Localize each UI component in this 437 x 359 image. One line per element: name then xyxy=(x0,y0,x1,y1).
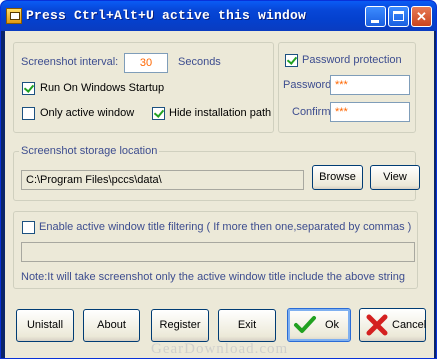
maximize-button[interactable] xyxy=(388,6,409,27)
cancel-x-icon xyxy=(366,314,388,336)
window-title: Press Ctrl+Alt+U active this window xyxy=(26,8,307,23)
hide-install-path-label: Hide installation path xyxy=(169,107,272,119)
cancel-button[interactable]: Cancel xyxy=(359,308,426,342)
ok-button-label: Ok xyxy=(324,319,340,331)
minimize-button[interactable] xyxy=(365,6,386,27)
view-button[interactable]: View xyxy=(370,165,420,190)
view-button-label: View xyxy=(383,171,407,183)
password-protection-checkbox[interactable] xyxy=(285,54,298,67)
password-input[interactable]: *** xyxy=(330,75,410,95)
dialog-body: Screenshot interval: 30 Seconds Run On W… xyxy=(5,31,434,358)
browse-button[interactable]: Browse xyxy=(312,165,363,190)
about-button[interactable]: About xyxy=(83,309,140,342)
run-on-startup-label: Run On Windows Startup xyxy=(40,82,165,94)
interval-input[interactable]: 30 xyxy=(124,53,168,73)
confirm-input[interactable]: *** xyxy=(330,102,410,122)
title-filter-label: Enable active window title filtering ( I… xyxy=(39,221,412,233)
filter-note: Note:It will take screenshot only the ac… xyxy=(21,271,405,283)
storage-group-label: Screenshot storage location xyxy=(19,145,160,157)
cancel-button-label: Cancel xyxy=(392,319,427,331)
checkmark-icon xyxy=(294,316,316,333)
browse-button-label: Browse xyxy=(319,171,356,183)
password-protection-label: Password protection xyxy=(302,54,402,66)
storage-path-input[interactable]: C:\Program Files\pccs\data\ xyxy=(21,170,304,190)
ok-button[interactable]: Ok xyxy=(287,308,351,342)
app-icon xyxy=(6,8,22,24)
watermark: GearDownload.com xyxy=(151,341,289,357)
run-on-startup-checkbox[interactable] xyxy=(22,82,35,95)
only-active-window-label: Only active window xyxy=(40,107,135,119)
title-bar[interactable]: Press Ctrl+Alt+U active this window ✕ xyxy=(1,1,436,31)
register-button[interactable]: Register xyxy=(151,309,209,342)
uninstall-button[interactable]: Unistall xyxy=(16,309,74,342)
hide-install-path-checkbox[interactable] xyxy=(152,107,165,120)
password-label: Password xyxy=(283,79,332,91)
only-active-window-checkbox[interactable] xyxy=(22,107,35,120)
exit-button[interactable]: Exit xyxy=(218,309,276,342)
register-button-label: Register xyxy=(159,319,201,331)
close-button[interactable]: ✕ xyxy=(411,6,432,27)
title-filter-checkbox[interactable] xyxy=(22,221,35,234)
interval-unit-label: Seconds xyxy=(178,56,221,68)
uninstall-button-label: Unistall xyxy=(26,319,64,331)
title-filter-input[interactable] xyxy=(21,242,415,262)
confirm-label: Confirm xyxy=(292,106,331,118)
app-window: Press Ctrl+Alt+U active this window ✕ Sc… xyxy=(0,0,437,359)
exit-button-label: Exit xyxy=(237,319,257,331)
close-icon: ✕ xyxy=(416,9,427,24)
minimize-icon xyxy=(371,20,379,23)
maximize-icon xyxy=(393,11,404,21)
interval-label: Screenshot interval: xyxy=(21,56,119,68)
about-button-label: About xyxy=(97,319,126,331)
